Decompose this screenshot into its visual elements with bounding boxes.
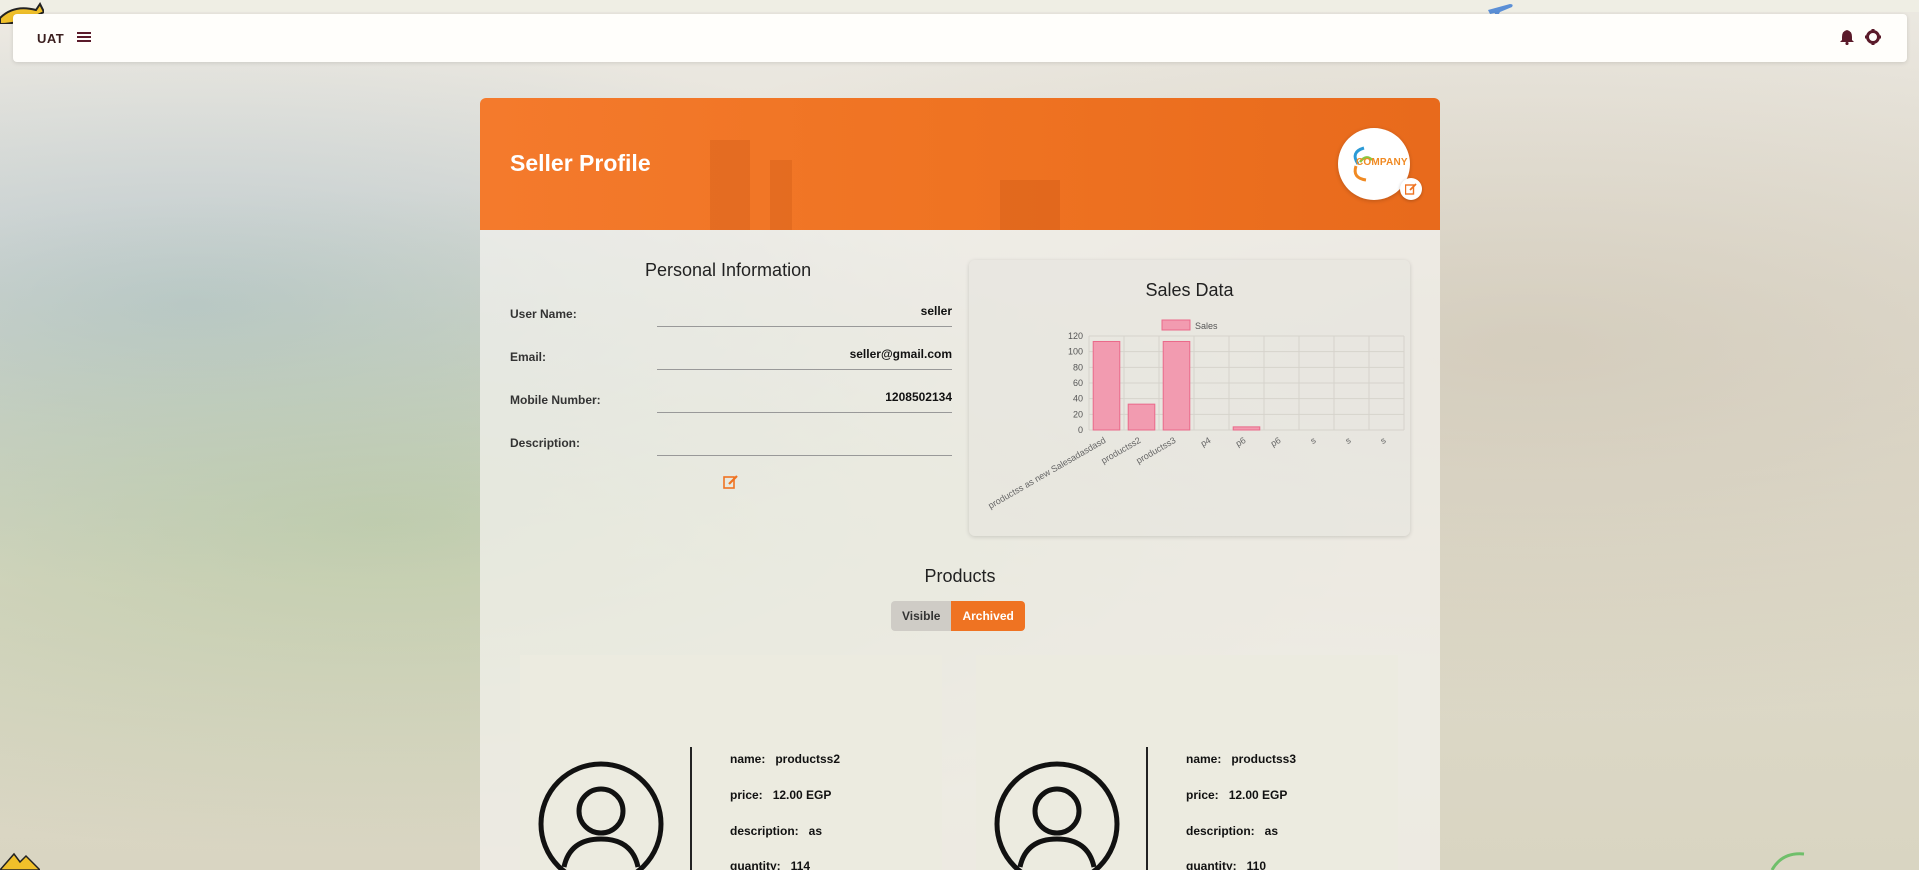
product-card[interactable]: name: productss2 price: 12.00 EGP descript… bbox=[520, 655, 942, 870]
chart-x-tick-label: productss as new Salesadasdasd bbox=[986, 435, 1107, 511]
product-description-value: as bbox=[1264, 824, 1279, 838]
chart-y-tick-label: 40 bbox=[1073, 394, 1083, 404]
user-avatar-icon bbox=[538, 761, 664, 870]
username-underline bbox=[657, 326, 952, 327]
profile-header: Seller Profile COMPANY bbox=[480, 98, 1440, 230]
product-price-value: 12.00 EGP bbox=[1228, 788, 1288, 802]
chart-bar bbox=[1162, 340, 1191, 431]
chart-x-tick-label: s bbox=[1379, 435, 1388, 446]
chart-x-tick-label: s bbox=[1344, 435, 1353, 446]
edit-icon bbox=[1405, 183, 1417, 195]
header-building-shape bbox=[770, 160, 792, 230]
chart-legend-label: Sales bbox=[1195, 321, 1218, 331]
mobile-field: 1208502134 bbox=[657, 390, 952, 410]
header-building-shape bbox=[710, 140, 750, 230]
sales-chart-panel: Sales Data 0 20 40 60 80 100 120 productss as n… bbox=[969, 260, 1410, 536]
chart-bar bbox=[1092, 340, 1121, 431]
product-price-label: price: bbox=[1186, 788, 1219, 802]
visible-tab-button[interactable]: Visible bbox=[891, 601, 952, 631]
username-value: seller bbox=[920, 304, 952, 318]
product-price-row: price: 12.00 EGP bbox=[1186, 788, 1287, 802]
email-value: seller@gmail.com bbox=[849, 347, 952, 361]
product-quantity-row: quantity: 114 bbox=[730, 859, 810, 870]
chart-x-tick-label: s bbox=[1309, 435, 1318, 446]
sales-chart: 0 20 40 60 80 100 120 productss as new Salesada… bbox=[986, 319, 1405, 511]
product-quantity-value: 114 bbox=[790, 859, 811, 870]
product-quantity-row: quantity: 110 bbox=[1186, 859, 1266, 870]
chart-y-tick-label: 0 bbox=[1078, 425, 1083, 435]
gear-icon[interactable] bbox=[1865, 29, 1881, 45]
top-navbar: UAT bbox=[13, 14, 1907, 62]
product-name-row: name: productss3 bbox=[1186, 752, 1296, 766]
product-divider bbox=[1146, 747, 1148, 870]
product-price-label: price: bbox=[730, 788, 763, 802]
product-description-label: description: bbox=[1186, 824, 1255, 838]
edit-logo-button[interactable] bbox=[1400, 178, 1422, 200]
logo-text: COMPANY bbox=[1356, 157, 1408, 168]
archived-tab-button[interactable]: Archived bbox=[951, 601, 1025, 631]
product-name-label: name: bbox=[730, 752, 766, 766]
product-description-row: description: as bbox=[1186, 824, 1278, 838]
email-underline bbox=[657, 369, 952, 370]
decoration-leaf-icon bbox=[1770, 852, 1805, 870]
user-avatar-icon bbox=[994, 761, 1120, 870]
mobile-label: Mobile Number: bbox=[510, 393, 601, 407]
product-price-row: price: 12.00 EGP bbox=[730, 788, 831, 802]
chart-y-tick-label: 60 bbox=[1073, 378, 1083, 388]
product-name-label: name: bbox=[1186, 752, 1222, 766]
chart-x-tick-label: productss3 bbox=[1134, 435, 1177, 466]
chart-y-tick-label: 100 bbox=[1068, 347, 1083, 357]
header-building-shape bbox=[1000, 180, 1060, 230]
product-name-value: productss3 bbox=[1231, 752, 1297, 766]
product-quantity-label: quantity: bbox=[730, 859, 781, 870]
chart-y-tick-label: 120 bbox=[1068, 331, 1083, 341]
email-label: Email: bbox=[510, 350, 547, 364]
page-title: Seller Profile bbox=[510, 150, 651, 176]
chart-legend-swatch bbox=[1161, 319, 1191, 331]
mobile-underline bbox=[657, 412, 952, 413]
products-filter-toggle: Visible Archived bbox=[891, 601, 1025, 631]
chart-bar bbox=[1127, 403, 1156, 431]
product-description-label: description: bbox=[730, 824, 799, 838]
product-card[interactable]: name: productss3 price: 12.00 EGP descript… bbox=[976, 655, 1398, 870]
product-price-value: 12.00 EGP bbox=[772, 788, 832, 802]
description-field bbox=[657, 433, 952, 453]
chart-x-tick-label: p6 bbox=[1234, 435, 1248, 449]
product-divider bbox=[690, 747, 692, 870]
chart-y-tick-label: 20 bbox=[1073, 409, 1083, 419]
product-name-value: productss2 bbox=[775, 752, 841, 766]
seller-profile-card: Seller Profile COMPANY Personal Informat… bbox=[480, 98, 1440, 870]
personal-info-title: Personal Information bbox=[645, 260, 812, 280]
brand-label[interactable]: UAT bbox=[37, 31, 64, 46]
chart-bar bbox=[1232, 426, 1261, 431]
chart-x-tick-label: p4 bbox=[1199, 435, 1213, 449]
bell-icon[interactable] bbox=[1840, 29, 1854, 45]
chart-y-tick-label: 80 bbox=[1073, 362, 1083, 372]
hamburger-menu-icon[interactable] bbox=[77, 31, 91, 43]
decoration-corner-icon bbox=[0, 852, 40, 870]
product-description-value: as bbox=[808, 824, 823, 838]
edit-info-button[interactable] bbox=[723, 474, 739, 490]
email-field: seller@gmail.com bbox=[657, 347, 952, 367]
product-description-row: description: as bbox=[730, 824, 822, 838]
chart-x-tick-label: p6 bbox=[1269, 435, 1283, 449]
username-label: User Name: bbox=[510, 307, 577, 321]
top-strip bbox=[0, 0, 1919, 12]
products-title: Products bbox=[924, 566, 996, 586]
product-name-row: name: productss2 bbox=[730, 752, 840, 766]
description-underline bbox=[657, 455, 952, 456]
username-field: seller bbox=[657, 304, 952, 324]
description-label: Description: bbox=[510, 436, 581, 450]
product-quantity-value: 110 bbox=[1246, 859, 1267, 870]
product-quantity-label: quantity: bbox=[1186, 859, 1237, 870]
mobile-value: 1208502134 bbox=[885, 390, 952, 404]
